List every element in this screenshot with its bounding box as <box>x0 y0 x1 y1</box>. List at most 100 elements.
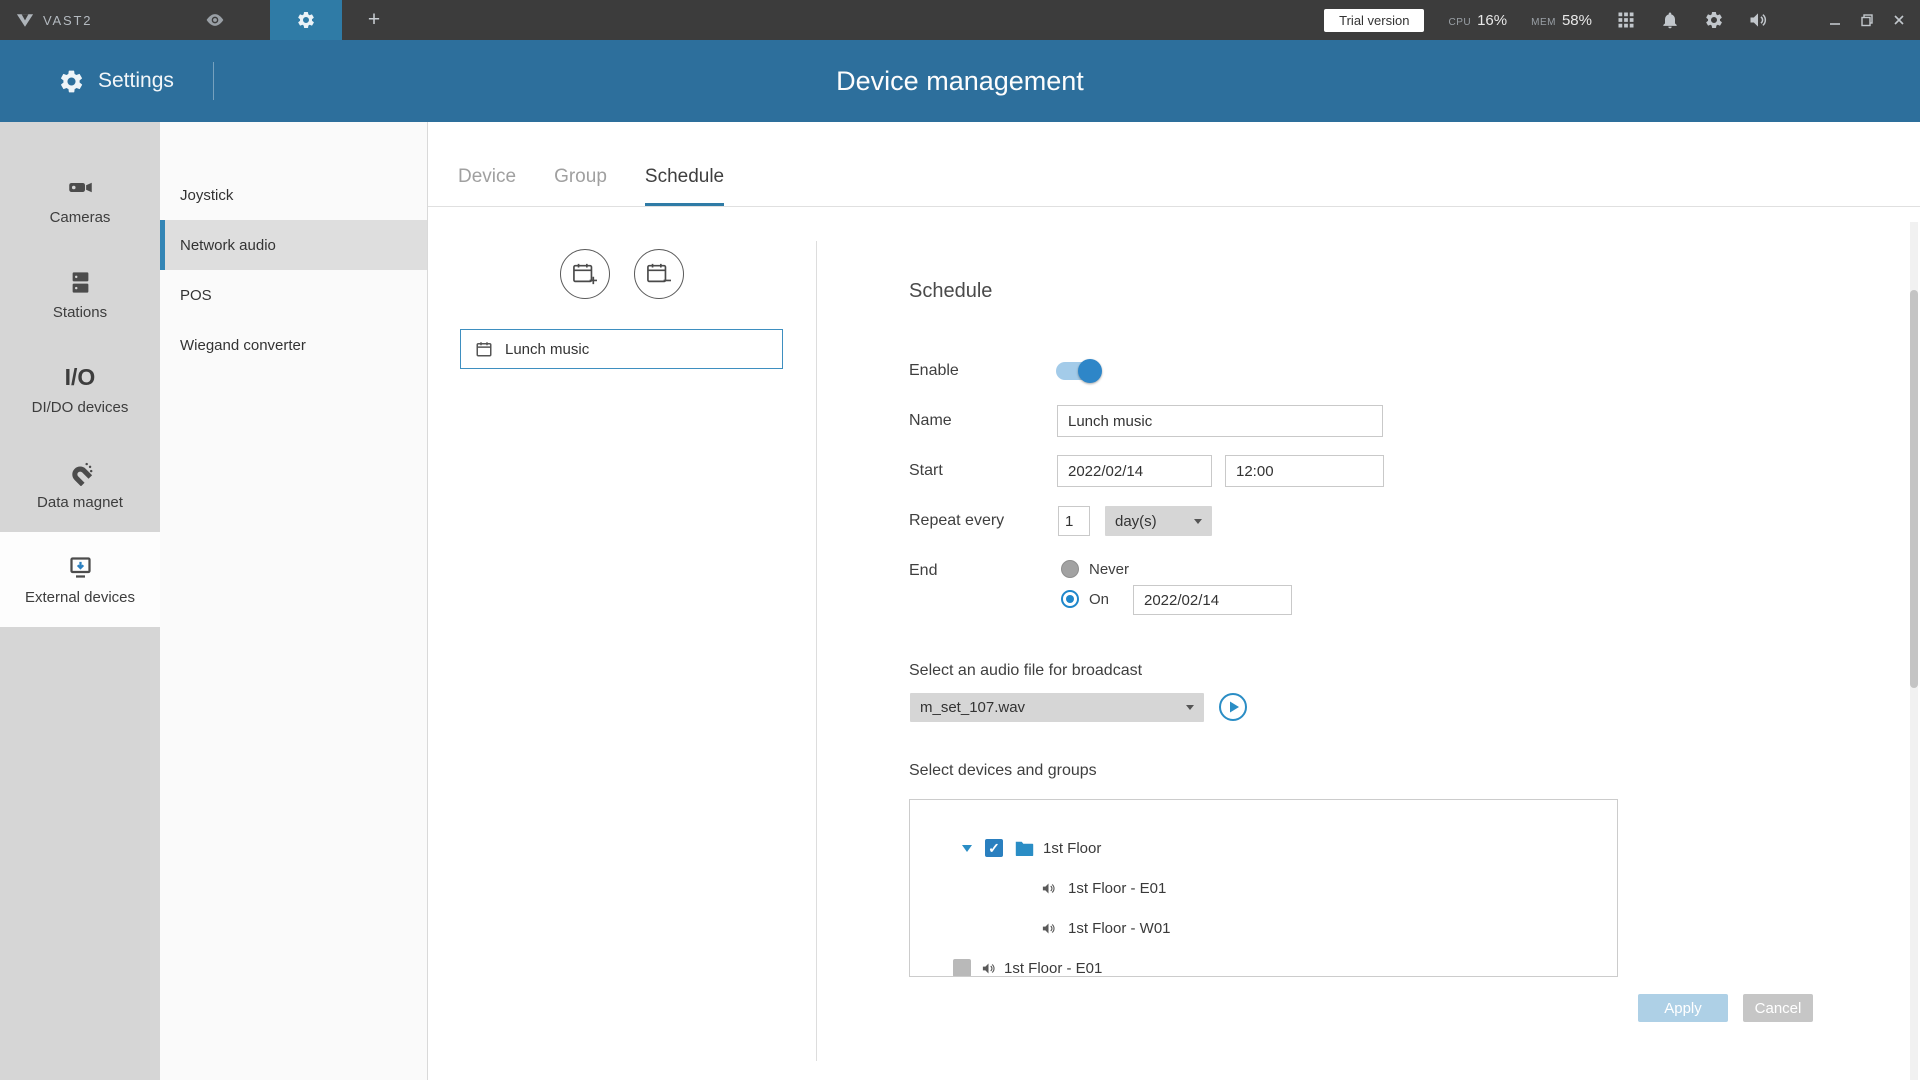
scrollbar-thumb[interactable] <box>1910 290 1918 688</box>
end-never-option[interactable]: Never <box>1061 560 1129 578</box>
device-tree: 1st Floor 1st Floor - E01 1st Floor - W0… <box>909 799 1618 977</box>
cpu-label: CPU <box>1448 17 1471 28</box>
chevron-down-icon <box>1194 519 1202 524</box>
radio-on[interactable] <box>1061 590 1079 608</box>
restore-icon[interactable] <box>1860 13 1874 27</box>
tree-row-e01-partial[interactable]: 1st Floor - E01 <box>910 948 1617 977</box>
rail-item-cameras[interactable]: Cameras <box>0 152 160 247</box>
vast2-window: VAST2 + Trial version CPU 16% MEM 58% <box>0 0 1920 1080</box>
settings-tab[interactable] <box>270 0 342 40</box>
cpu-value: 16% <box>1477 12 1507 29</box>
schedule-list-item[interactable]: Lunch music <box>460 329 783 369</box>
settings-gear-icon[interactable] <box>1704 10 1724 30</box>
folder-icon <box>1015 840 1034 857</box>
tree-node-label: 1st Floor <box>1043 840 1101 857</box>
app-logo: VAST2 <box>16 0 92 40</box>
calendar-add-icon <box>572 262 598 286</box>
sidebar-item-pos[interactable]: POS <box>160 270 427 320</box>
io-icon: I/O <box>65 364 96 391</box>
trial-version-button[interactable]: Trial version <box>1324 9 1424 32</box>
speaker-icon <box>980 961 997 976</box>
audio-file-select[interactable]: m_set_107.wav <box>910 693 1204 722</box>
add-schedule-button[interactable] <box>560 249 610 299</box>
sidebar-item-network-audio[interactable]: Network audio <box>160 220 427 270</box>
audio-file-value: m_set_107.wav <box>920 699 1025 716</box>
mem-stat: MEM 58% <box>1531 12 1592 29</box>
titlebar: VAST2 + Trial version CPU 16% MEM 58% <box>0 0 1920 40</box>
play-icon <box>1218 692 1248 722</box>
volume-speaker-icon[interactable] <box>1748 10 1768 30</box>
tree-node-label: 1st Floor - E01 <box>1068 880 1166 897</box>
rail-item-label: Data magnet <box>37 494 123 511</box>
form-heading: Schedule <box>909 280 992 303</box>
mem-value: 58% <box>1562 12 1592 29</box>
play-audio-button[interactable] <box>1218 692 1248 722</box>
stations-icon <box>67 269 94 296</box>
tree-node-label: 1st Floor - W01 <box>1068 920 1171 937</box>
end-on-option[interactable]: On <box>1061 590 1109 608</box>
repeat-count-input[interactable] <box>1058 506 1090 536</box>
name-input[interactable] <box>1057 405 1383 437</box>
rail-item-label: DI/DO devices <box>32 399 129 416</box>
gear-icon <box>296 10 316 30</box>
cancel-button[interactable]: Cancel <box>1743 994 1813 1022</box>
body: Cameras Stations I/O DI/DO devices Data … <box>0 122 1920 1080</box>
rail-item-data-magnet[interactable]: Data magnet <box>0 437 160 532</box>
checkbox-checked[interactable] <box>985 839 1003 857</box>
sidebar-item-wiegand-converter[interactable]: Wiegand converter <box>160 320 427 370</box>
notifications-bell-icon[interactable] <box>1660 10 1680 30</box>
tree-node-label: 1st Floor - E01 <box>1004 960 1102 977</box>
camera-icon <box>67 174 94 201</box>
tabs-divider <box>428 206 1920 207</box>
pane-divider <box>816 241 817 1061</box>
page-header: Settings Device management <box>0 40 1920 122</box>
audio-file-label: Select an audio file for broadcast <box>909 662 1142 680</box>
viewer-eye-icon[interactable] <box>205 10 225 30</box>
repeat-every-label: Repeat every <box>909 512 1004 530</box>
sidebar-item-joystick[interactable]: Joystick <box>160 170 427 220</box>
name-label: Name <box>909 412 952 430</box>
expand-arrow-icon[interactable] <box>962 845 972 852</box>
enable-toggle[interactable] <box>1056 362 1100 380</box>
sub-sidebar: Joystick Network audio POS Wiegand conve… <box>160 122 428 1080</box>
end-label: End <box>909 562 937 580</box>
radio-never[interactable] <box>1061 560 1079 578</box>
rail-item-external-devices[interactable]: External devices <box>0 532 160 627</box>
rail-item-dido-devices[interactable]: I/O DI/DO devices <box>0 342 160 437</box>
titlebar-right: Trial version CPU 16% MEM 58% <box>1324 0 1906 40</box>
never-label: Never <box>1089 561 1129 578</box>
tree-row-w01[interactable]: 1st Floor - W01 <box>910 908 1617 948</box>
tree-row-e01[interactable]: 1st Floor - E01 <box>910 868 1617 908</box>
start-date-input[interactable] <box>1057 455 1212 487</box>
start-time-input[interactable] <box>1225 455 1384 487</box>
on-label: On <box>1089 591 1109 608</box>
rail-item-label: External devices <box>25 589 135 606</box>
apps-grid-icon[interactable] <box>1616 10 1636 30</box>
cpu-stat: CPU 16% <box>1448 12 1507 29</box>
main-content: Device Group Schedule Lunch music Schedu… <box>428 122 1920 1080</box>
page-title: Device management <box>0 40 1920 122</box>
app-name: VAST2 <box>43 13 92 28</box>
checkbox-unchecked[interactable] <box>953 959 971 977</box>
tab-device[interactable]: Device <box>458 166 516 206</box>
tab-group[interactable]: Group <box>554 166 607 206</box>
tree-row-1st-floor[interactable]: 1st Floor <box>910 828 1617 868</box>
remove-schedule-button[interactable] <box>634 249 684 299</box>
close-icon[interactable] <box>1892 13 1906 27</box>
calendar-icon <box>475 340 493 358</box>
schedule-item-label: Lunch music <box>505 341 589 358</box>
minimize-icon[interactable] <box>1828 13 1842 27</box>
apply-button[interactable]: Apply <box>1638 994 1728 1022</box>
mem-label: MEM <box>1531 17 1556 28</box>
new-tab-button[interactable]: + <box>352 0 396 40</box>
tab-bar: Device Group Schedule <box>458 166 724 206</box>
tab-schedule[interactable]: Schedule <box>645 166 724 206</box>
end-date-input[interactable] <box>1133 585 1292 615</box>
speaker-icon <box>1040 921 1057 936</box>
rail-item-label: Cameras <box>50 209 111 226</box>
chevron-down-icon <box>1186 705 1194 710</box>
vast-logo-icon <box>16 13 34 28</box>
rail-item-stations[interactable]: Stations <box>0 247 160 342</box>
toggle-knob <box>1078 359 1102 383</box>
repeat-unit-select[interactable]: day(s) <box>1105 506 1212 536</box>
